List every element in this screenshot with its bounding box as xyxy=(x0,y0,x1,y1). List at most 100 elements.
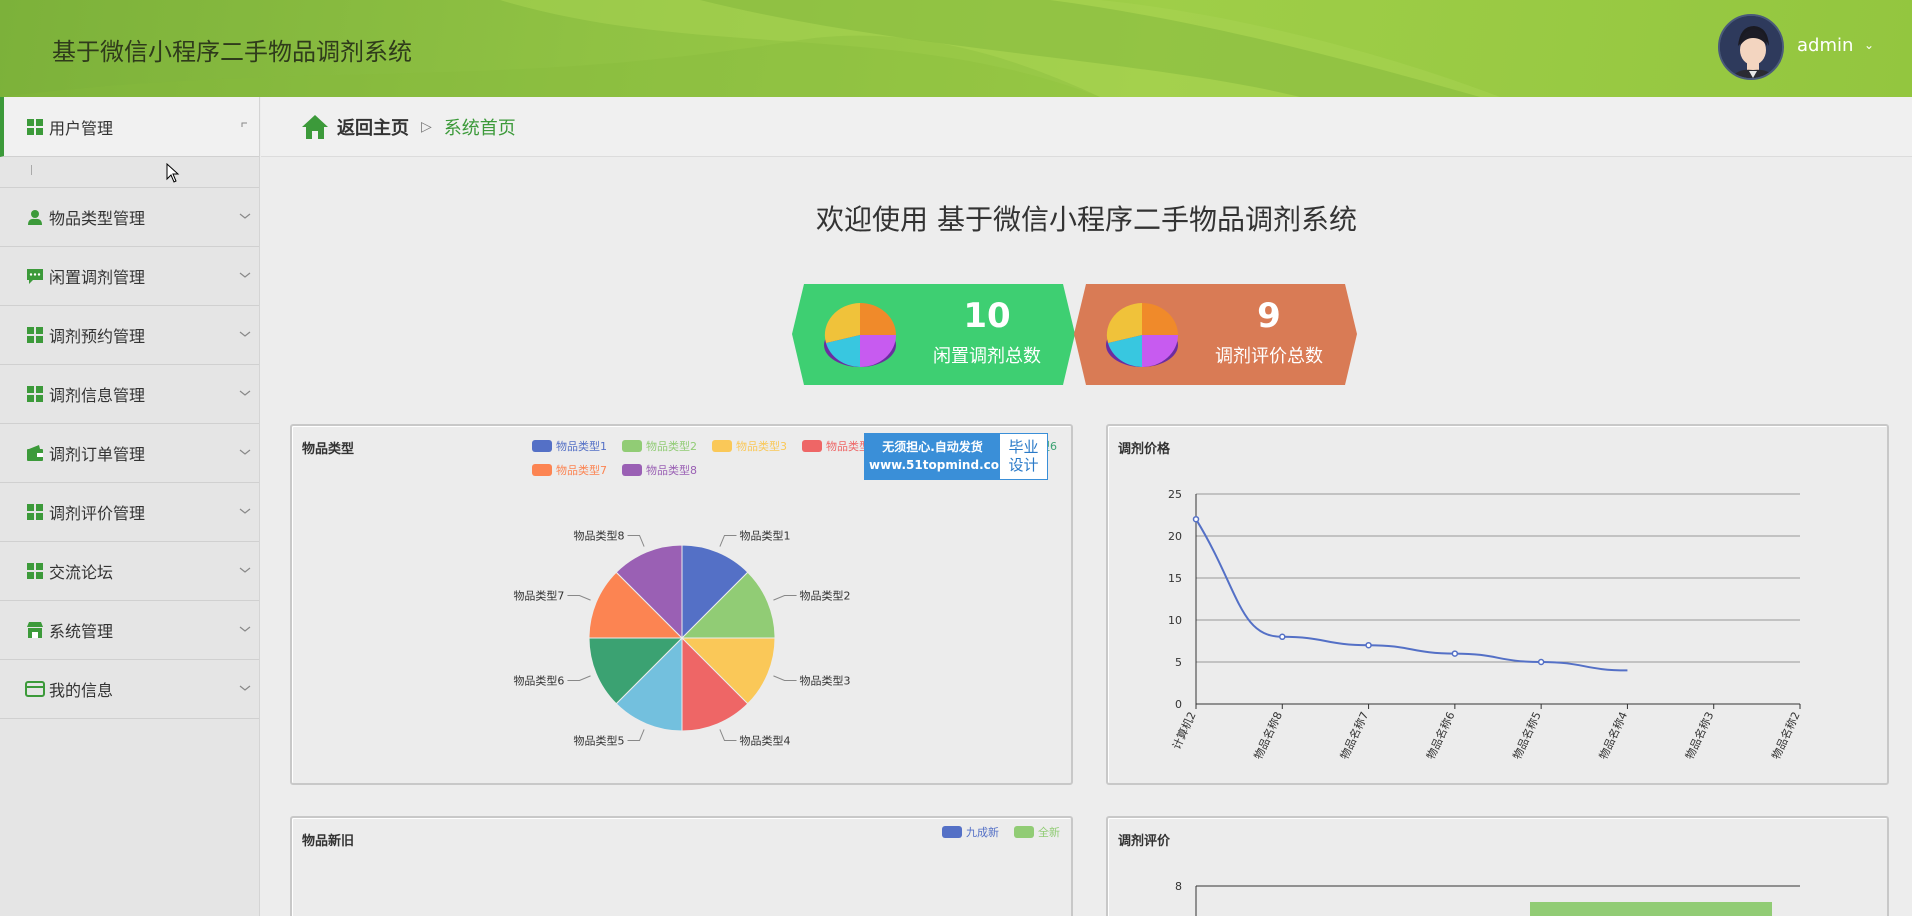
sidebar-item-label: 我的信息 xyxy=(49,681,114,700)
pie-label-line xyxy=(719,534,737,547)
line-series xyxy=(1195,518,1628,672)
legend-swatch xyxy=(622,440,642,452)
y-tick-label: 15 xyxy=(1168,572,1182,585)
sidebar-item-label: 用户管理 xyxy=(49,118,114,138)
chevron-down-icon xyxy=(239,685,251,691)
pie-label: 物品类型7 xyxy=(513,589,564,603)
x-tick-label: 物品名称4 xyxy=(1596,709,1630,761)
pie-label-line xyxy=(567,595,591,601)
pie-label-line xyxy=(773,595,797,601)
legend-label: 物品类型7 xyxy=(556,463,607,477)
user-name[interactable]: admin xyxy=(1797,35,1853,56)
sidebar-item-label: 调剂评价管理 xyxy=(49,504,146,523)
legend-label: 物品类型3 xyxy=(736,439,787,453)
wallet-icon xyxy=(25,443,45,463)
breadcrumb-separator-icon: ▷ xyxy=(421,118,432,135)
grid-icon xyxy=(25,502,45,522)
x-tick-label: 物品名称3 xyxy=(1682,709,1716,761)
watermark-line1: 无须担心.自动发货 xyxy=(882,440,983,454)
stat-value: 9 xyxy=(1257,296,1281,336)
sidebar-item-my-info[interactable]: 我的信息 xyxy=(0,660,259,719)
legend-swatch xyxy=(712,440,732,452)
x-tick-label: 物品名称8 xyxy=(1251,709,1285,761)
chevron-down-icon xyxy=(239,331,251,337)
header: 基于微信小程序二手物品调剂系统 admin ⌄ xyxy=(0,0,1912,97)
card-icon xyxy=(25,679,45,699)
sidebar-item-reviews[interactable]: 调剂评价管理 xyxy=(0,483,259,542)
breadcrumb: 返回主页 ▷ 系统首页 xyxy=(261,97,1912,157)
y-tick-label: 0 xyxy=(1175,698,1182,711)
chevron-up-icon xyxy=(241,122,247,127)
x-tick-label: 物品名称5 xyxy=(1510,709,1544,761)
y-tick-label: 10 xyxy=(1168,614,1182,627)
legend-swatch xyxy=(942,826,962,838)
pie-label-line xyxy=(567,675,591,681)
legend-swatch xyxy=(622,464,642,476)
panel-transfer-price: 调剂价格 0 5 10 15 20 25 计算机2 物品名称8 物品名称7 物品名称6 物品名称5 物… xyxy=(1106,424,1889,785)
review-chart: 8 xyxy=(1175,880,1800,916)
bar xyxy=(1530,902,1772,916)
sidebar-item-label: 调剂预约管理 xyxy=(49,327,146,346)
sidebar-item-user-management[interactable]: 用户管理 xyxy=(0,97,259,157)
x-tick-label: 物品名称7 xyxy=(1337,709,1371,761)
legend-label: 物品类型1 xyxy=(556,439,607,453)
sidebar-item-forum[interactable]: 交流论坛 xyxy=(0,542,259,601)
avatar[interactable] xyxy=(1718,14,1784,80)
stat-value: 10 xyxy=(963,296,1011,336)
x-tick-label: 物品名称6 xyxy=(1423,709,1457,761)
chevron-down-icon xyxy=(239,508,251,514)
chevron-down-icon xyxy=(239,567,251,573)
breadcrumb-home-link[interactable]: 返回主页 xyxy=(337,114,409,140)
home-icon[interactable] xyxy=(301,114,329,140)
store-icon xyxy=(25,620,45,640)
pie-label: 物品类型4 xyxy=(739,734,790,748)
chevron-down-icon xyxy=(239,390,251,396)
cursor-icon xyxy=(166,163,180,183)
y-tick-label: 25 xyxy=(1168,488,1182,501)
pie-label: 物品类型8 xyxy=(574,528,625,542)
pie-chart-icon xyxy=(824,303,896,367)
x-tick-label: 物品名称2 xyxy=(1768,709,1802,761)
sidebar-item-label: 闲置调剂管理 xyxy=(49,268,146,287)
chevron-down-icon xyxy=(239,626,251,632)
line-chart: 0 5 10 15 20 25 计算机2 物品名称8 物品名称7 物品名称6 物品名称5 物品名称4 物… xyxy=(1168,488,1803,761)
watermark-right2: 设计 xyxy=(1008,456,1039,474)
breadcrumb-current: 系统首页 xyxy=(443,117,516,139)
chevron-down-icon xyxy=(239,449,251,455)
stat-label: 调剂评价总数 xyxy=(1215,346,1323,367)
sidebar-item-label: 系统管理 xyxy=(49,622,114,641)
line-point xyxy=(1192,515,1200,523)
sidebar-item-item-types[interactable]: 物品类型管理 xyxy=(0,188,259,247)
legend-swatch xyxy=(1014,826,1034,838)
sidebar-item-system[interactable]: 系统管理 xyxy=(0,601,259,660)
sidebar-item-reservation[interactable]: 调剂预约管理 xyxy=(0,306,259,365)
chevron-down-icon xyxy=(239,272,251,278)
sidebar: 用户管理 物品类型管理 闲置调剂管理 调剂预约管理 调剂信息管理 调剂订单管理 … xyxy=(0,97,260,916)
submenu-area xyxy=(0,157,259,188)
pie-label-line xyxy=(627,534,645,547)
chevron-down-icon xyxy=(239,213,251,219)
legend-label: 九成新 xyxy=(966,825,999,839)
sidebar-item-label: 调剂信息管理 xyxy=(49,386,146,405)
line-point xyxy=(1279,633,1286,641)
watermark-badge: 无须担心.自动发货 www.51topmind.com 毕业 设计 xyxy=(864,433,1048,480)
stat-card-idle-total: 10 闲置调剂总数 xyxy=(792,284,1075,385)
chevron-down-icon[interactable]: ⌄ xyxy=(1864,38,1874,52)
sidebar-item-orders[interactable]: 调剂订单管理 xyxy=(0,424,259,483)
grid-icon xyxy=(25,117,45,137)
legend-label: 物品类型2 xyxy=(646,439,697,453)
sidebar-item-idle-transfer[interactable]: 闲置调剂管理 xyxy=(0,247,259,306)
watermark-text-right: 毕业 设计 xyxy=(1000,434,1047,479)
sidebar-item-transfer-info[interactable]: 调剂信息管理 xyxy=(0,365,259,424)
grid-icon xyxy=(25,384,45,404)
pie-label: 物品类型5 xyxy=(574,734,625,748)
legend-label: 物品类型8 xyxy=(646,463,697,477)
user-icon xyxy=(25,207,45,227)
grid-icon xyxy=(25,561,45,581)
pie-chart-icon xyxy=(1106,303,1178,367)
chat-icon xyxy=(25,266,45,286)
line-point xyxy=(1537,658,1545,666)
watermark-line2: www.51topmind.com xyxy=(869,458,1012,472)
grid-icon xyxy=(25,325,45,345)
y-tick-label: 8 xyxy=(1175,880,1182,893)
